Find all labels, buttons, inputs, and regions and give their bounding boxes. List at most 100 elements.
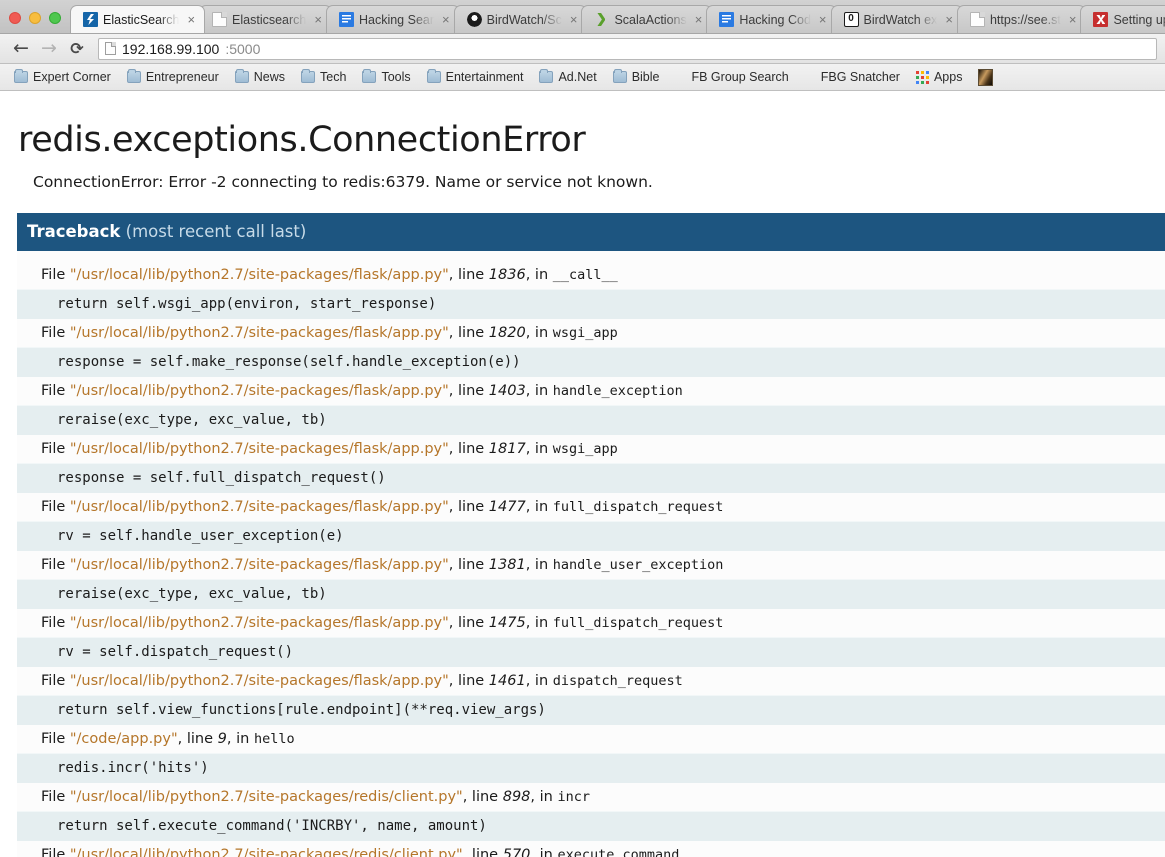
- red-x-icon: [1093, 12, 1109, 27]
- traceback-frame-code: rv = self.dispatch_request(): [17, 637, 1165, 667]
- browser-tab-title: Setting up a: [1113, 12, 1165, 27]
- traceback-frame-location: File "/usr/local/lib/python2.7/site-pack…: [17, 551, 1165, 579]
- traceback-frame: File "/usr/local/lib/python2.7/site-pack…: [17, 435, 1165, 493]
- traceback-frame: File "/usr/local/lib/python2.7/site-pack…: [17, 377, 1165, 435]
- traceback-frame: File "/usr/local/lib/python2.7/site-pack…: [17, 609, 1165, 667]
- tab-close-icon[interactable]: ×: [439, 13, 453, 26]
- folder-icon: [234, 69, 249, 83]
- bookmark-item-3[interactable]: Tech: [293, 68, 354, 86]
- address-bar[interactable]: 192.168.99.100:5000: [98, 37, 1157, 60]
- frame-function-name: wsgi_app: [552, 325, 618, 341]
- frame-file-label: File: [41, 615, 70, 631]
- browser-tab-title: https://see.st: [989, 12, 1061, 27]
- minimize-window-button[interactable]: [29, 12, 41, 24]
- frame-line-label: , line: [448, 267, 489, 283]
- traceback-frame-code: reraise(exc_type, exc_value, tb): [17, 405, 1165, 435]
- page-icon: [969, 12, 985, 27]
- close-window-button[interactable]: [9, 12, 21, 24]
- bookmark-item-7[interactable]: Bible: [605, 68, 668, 86]
- tab-close-icon[interactable]: ×: [184, 13, 198, 26]
- traceback-frame-location: File "/usr/local/lib/python2.7/site-pack…: [17, 493, 1165, 521]
- browser-tab-title: Elasticsearch: [232, 12, 307, 27]
- forward-icon[interactable]: →: [36, 37, 62, 61]
- frame-line-number: 1403: [488, 383, 526, 399]
- frame-in-label: , in: [530, 847, 558, 857]
- frame-line-label: , line: [448, 441, 489, 457]
- browser-tab-0[interactable]: ElasticSearch ×: [70, 5, 206, 33]
- google-docs-icon: [338, 12, 354, 27]
- bookmark-item-6[interactable]: Ad.Net: [531, 68, 604, 86]
- frame-in-label: , in: [525, 557, 553, 573]
- bookmark-item-5[interactable]: Entertainment: [419, 68, 532, 86]
- traceback-frame-location: File "/code/app.py", line 9, in hello: [17, 725, 1165, 753]
- frame-in-label: , in: [226, 731, 254, 747]
- page-title: redis.exceptions.ConnectionError: [18, 120, 586, 160]
- frame-file-label: File: [41, 847, 70, 857]
- folder-icon: [14, 69, 28, 83]
- bookmark-item-2[interactable]: News: [227, 68, 293, 86]
- browser-tab-6[interactable]: BirdWatch ex ×: [830, 5, 963, 33]
- tab-close-icon[interactable]: ×: [692, 13, 706, 26]
- back-icon[interactable]: ←: [8, 37, 34, 61]
- traceback-frame-location: File "/usr/local/lib/python2.7/site-pack…: [17, 841, 1165, 857]
- reload-icon[interactable]: ⟳: [64, 37, 90, 61]
- bookmark-item-1[interactable]: Entrepreneur: [119, 68, 227, 86]
- traceback-frame: File "/code/app.py", line 9, in hello red…: [17, 725, 1165, 783]
- frame-file-path: "/usr/local/lib/python2.7/site-packages/…: [69, 847, 463, 857]
- browser-tab-7[interactable]: https://see.st ×: [956, 5, 1087, 33]
- bookmark-label: News: [253, 70, 286, 84]
- frame-line-number: 1820: [488, 325, 526, 341]
- traceback-frame-location: File "/usr/local/lib/python2.7/site-pack…: [17, 261, 1165, 289]
- bookmark-item-8[interactable]: FB Group Search: [667, 68, 796, 86]
- browser-tab-2[interactable]: Hacking Sear ×: [325, 5, 460, 33]
- traceback-header: Traceback (most recent call last): [17, 213, 1165, 251]
- error-message: ConnectionError: Error -2 connecting to …: [33, 173, 653, 191]
- bookmark-label: Tech: [320, 70, 347, 84]
- google-docs-icon: [719, 12, 735, 27]
- frame-function-name: wsgi_app: [552, 441, 618, 457]
- frame-file-label: File: [41, 441, 70, 457]
- frame-file-path: "/usr/local/lib/python2.7/site-packages/…: [69, 673, 449, 689]
- bookmark-item-10[interactable]: Apps: [908, 68, 971, 86]
- bookmark-item-11[interactable]: [970, 67, 1001, 88]
- bookmark-item-9[interactable]: FBG Snatcher: [797, 68, 908, 86]
- browser-tab-title: ScalaActions: [614, 12, 687, 27]
- browser-tab-5[interactable]: Hacking Cod ×: [706, 5, 837, 33]
- browser-tab-8[interactable]: Setting up a ×: [1080, 5, 1165, 33]
- tab-close-icon[interactable]: ×: [942, 13, 956, 26]
- traceback-frame: File "/usr/local/lib/python2.7/site-pack…: [17, 551, 1165, 609]
- frame-function-name: full_dispatch_request: [552, 615, 724, 631]
- bookmark-label: Entertainment: [445, 70, 524, 84]
- tab-strip: ElasticSearch × Elasticsearch × Hacking Sear…: [0, 0, 1165, 34]
- browser-tab-3[interactable]: BirdWatch/Sc ×: [453, 5, 588, 33]
- tab-close-icon[interactable]: ×: [1066, 13, 1080, 26]
- traceback-frame-code: return self.wsgi_app(environ, start_resp…: [17, 289, 1165, 319]
- browser-toolbar: ← → ⟳ 192.168.99.100:5000: [0, 34, 1165, 64]
- scala-icon: [594, 12, 609, 27]
- bookmark-item-0[interactable]: Expert Corner: [6, 68, 119, 86]
- tab-close-icon[interactable]: ×: [816, 13, 830, 26]
- frame-function-name: handle_user_exception: [552, 557, 724, 573]
- page-info-icon[interactable]: [105, 42, 116, 55]
- traceback-frame-code: reraise(exc_type, exc_value, tb): [17, 579, 1165, 609]
- frame-file-label: File: [41, 499, 70, 515]
- frame-function-name: full_dispatch_request: [552, 499, 724, 515]
- traceback-header-subtitle: (most recent call last): [120, 222, 307, 241]
- frame-in-label: , in: [525, 267, 553, 283]
- browser-tab-4[interactable]: ScalaActions ×: [581, 5, 713, 33]
- frame-line-number: 1461: [488, 673, 526, 689]
- tab-close-icon[interactable]: ×: [311, 13, 325, 26]
- tab-close-icon[interactable]: ×: [567, 13, 581, 26]
- browser-tab-1[interactable]: Elasticsearch ×: [199, 5, 332, 33]
- browser-tab-title: ElasticSearch: [103, 12, 180, 27]
- maximize-window-button[interactable]: [49, 12, 61, 24]
- traceback-frame: File "/usr/local/lib/python2.7/site-pack…: [17, 319, 1165, 377]
- frame-in-label: , in: [525, 441, 553, 457]
- bookmark-item-4[interactable]: Tools: [354, 68, 418, 86]
- frame-line-label: , line: [448, 673, 489, 689]
- traceback-frame-code: return self.view_functions[rule.endpoint…: [17, 695, 1165, 725]
- traceback-frame-code: response = self.full_dispatch_request(): [17, 463, 1165, 493]
- frame-line-number: 570: [502, 847, 531, 857]
- frame-line-number: 898: [502, 789, 531, 805]
- frame-file-path: "/usr/local/lib/python2.7/site-packages/…: [69, 789, 463, 805]
